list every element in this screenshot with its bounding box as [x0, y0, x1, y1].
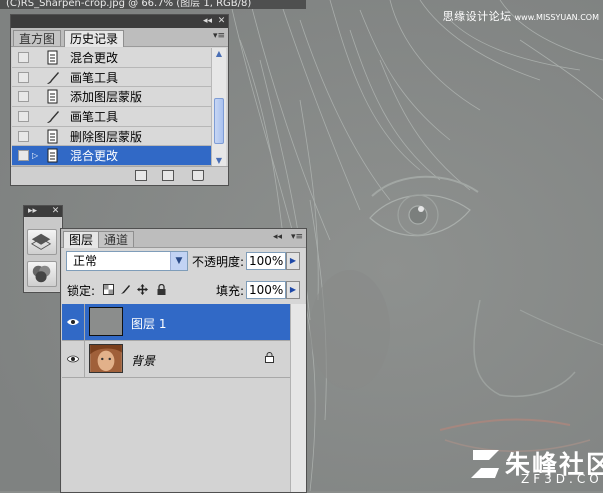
opacity-label: 不透明度:: [192, 255, 245, 269]
collapse-icon[interactable]: ◂◂: [201, 15, 214, 28]
history-item[interactable]: 删除图层蒙版: [12, 127, 211, 147]
trash-icon[interactable]: [192, 170, 204, 181]
history-footer: [11, 166, 228, 185]
layer-list: 图层 1 背景: [62, 304, 290, 492]
collapse-icon[interactable]: ◂◂: [273, 232, 282, 242]
document-icon: [47, 148, 58, 163]
snapshot-source-checkbox[interactable]: [18, 111, 29, 123]
layer-row-layer1[interactable]: 图层 1: [62, 304, 290, 341]
layers-panel: 图层 通道 ◂◂ ▾≡ 正常 ▼ 不透明度: 100% ▶ 锁定: 填充: 10…: [60, 228, 307, 493]
new-document-from-state-icon[interactable]: [135, 170, 147, 181]
history-item[interactable]: 添加图层蒙版: [12, 87, 211, 108]
lock-all-icon[interactable]: [156, 284, 167, 295]
history-tabbar: 直方图 历史记录 ▾≡: [11, 28, 228, 47]
history-item-label: 添加图层蒙版: [70, 90, 143, 105]
document-icon: [47, 89, 58, 104]
layers-tabbar: 图层 通道 ◂◂ ▾≡: [61, 229, 306, 248]
tab-histogram[interactable]: 直方图: [13, 30, 62, 46]
visibility-toggle[interactable]: [62, 304, 85, 340]
layer-thumbnail: [89, 307, 123, 336]
lock-image-pixels-icon[interactable]: [120, 284, 131, 295]
channels-icon: [32, 265, 51, 283]
fill-slider-button[interactable]: ▶: [286, 281, 300, 299]
layers-panel-button[interactable]: [27, 229, 57, 255]
layers-icon: [30, 233, 52, 250]
watermark-text: 思缘设计论坛: [442, 10, 512, 23]
lock-position-icon[interactable]: [137, 284, 148, 295]
layer-name[interactable]: 背景: [131, 352, 155, 369]
snapshot-source-checkbox[interactable]: [18, 150, 29, 162]
brush-icon: [47, 71, 59, 84]
watermark-url: www.MISSYUAN.COM: [514, 13, 599, 22]
visibility-toggle[interactable]: [62, 341, 85, 377]
fill-input[interactable]: 100%: [246, 281, 286, 299]
history-panel: ◂◂ ✕ 直方图 历史记录 ▾≡ 混合更改 画笔工具 添加图层蒙版 画笔工具 删…: [10, 14, 229, 186]
blend-mode-value: 正常: [73, 254, 98, 268]
history-item[interactable]: 混合更改: [12, 48, 211, 68]
layer-name[interactable]: 图层 1: [131, 315, 166, 332]
tab-channels[interactable]: 通道: [98, 231, 135, 247]
portrait-thumbnail-image: [90, 345, 122, 372]
panel-header: ◂◂ ✕: [11, 15, 228, 28]
document-icon: [47, 50, 58, 65]
history-item-label: 混合更改: [70, 149, 119, 164]
eye-icon: [67, 319, 79, 325]
snapshot-source-checkbox[interactable]: [18, 71, 29, 83]
lock-icon: [265, 352, 274, 363]
history-item[interactable]: 画笔工具: [12, 107, 211, 127]
snapshot-source-checkbox[interactable]: [18, 130, 29, 142]
close-icon[interactable]: ✕: [49, 206, 62, 217]
channels-panel-button[interactable]: [27, 261, 57, 287]
scroll-up-icon[interactable]: ▲: [212, 49, 226, 58]
history-item-selected[interactable]: ▷ 混合更改: [12, 146, 211, 166]
snapshot-source-checkbox[interactable]: [18, 91, 29, 103]
history-item-label: 画笔工具: [70, 70, 119, 85]
collapsed-panel-strip: ▸▸ ✕: [23, 205, 63, 293]
document-title-bar: (C)RS_Sharpen-crop.jpg @ 66.7% (图层 1, RG…: [0, 0, 306, 9]
layer-options: 正常 ▼ 不透明度: 100% ▶ 锁定: 填充: 100% ▶: [61, 247, 306, 311]
snapshot-source-checkbox[interactable]: [18, 52, 29, 63]
panel-menu-icon[interactable]: ▾≡: [213, 31, 225, 41]
history-item-label: 画笔工具: [70, 110, 119, 125]
history-scrollbar[interactable]: ▲ ▼: [211, 48, 226, 166]
site-watermark: 思缘设计论坛 www.MISSYUAN.COM: [443, 8, 599, 24]
lock-transparent-pixels-icon[interactable]: [103, 284, 114, 295]
scroll-thumb[interactable]: [214, 98, 224, 144]
chevron-down-icon[interactable]: ▼: [170, 252, 187, 270]
tab-history[interactable]: 历史记录: [64, 30, 125, 47]
opacity-input[interactable]: 100%: [246, 252, 286, 270]
close-icon[interactable]: ✕: [215, 15, 228, 28]
lock-label: 锁定:: [67, 284, 96, 298]
document-icon: [47, 129, 58, 144]
fill-label: 填充:: [216, 284, 245, 298]
logo-site: ZF3D.COM: [521, 472, 603, 486]
layer-thumbnail: [89, 344, 123, 373]
opacity-slider-button[interactable]: ▶: [286, 252, 300, 270]
layers-scrollbar[interactable]: [290, 304, 306, 492]
history-item-label: 删除图层蒙版: [70, 129, 143, 144]
tab-layers[interactable]: 图层: [63, 231, 100, 248]
snapshot-icon[interactable]: [162, 170, 174, 181]
scroll-down-icon[interactable]: ▼: [212, 156, 226, 165]
strip-header: ▸▸ ✕: [24, 206, 62, 217]
blend-mode-select[interactable]: 正常 ▼: [66, 251, 188, 271]
brush-icon: [47, 111, 59, 124]
history-state-pointer-icon: ▷: [32, 151, 39, 161]
history-list: 混合更改 画笔工具 添加图层蒙版 画笔工具 删除图层蒙版 ▷ 混合更改: [12, 48, 211, 166]
logo-mark-icon: [471, 450, 499, 478]
history-item-label: 混合更改: [70, 51, 119, 65]
layer-row-background[interactable]: 背景: [62, 341, 290, 378]
panel-menu-icon[interactable]: ▾≡: [291, 232, 303, 242]
eye-icon: [67, 355, 79, 363]
expand-icon[interactable]: ▸▸: [26, 206, 39, 217]
history-item[interactable]: 画笔工具: [12, 68, 211, 88]
